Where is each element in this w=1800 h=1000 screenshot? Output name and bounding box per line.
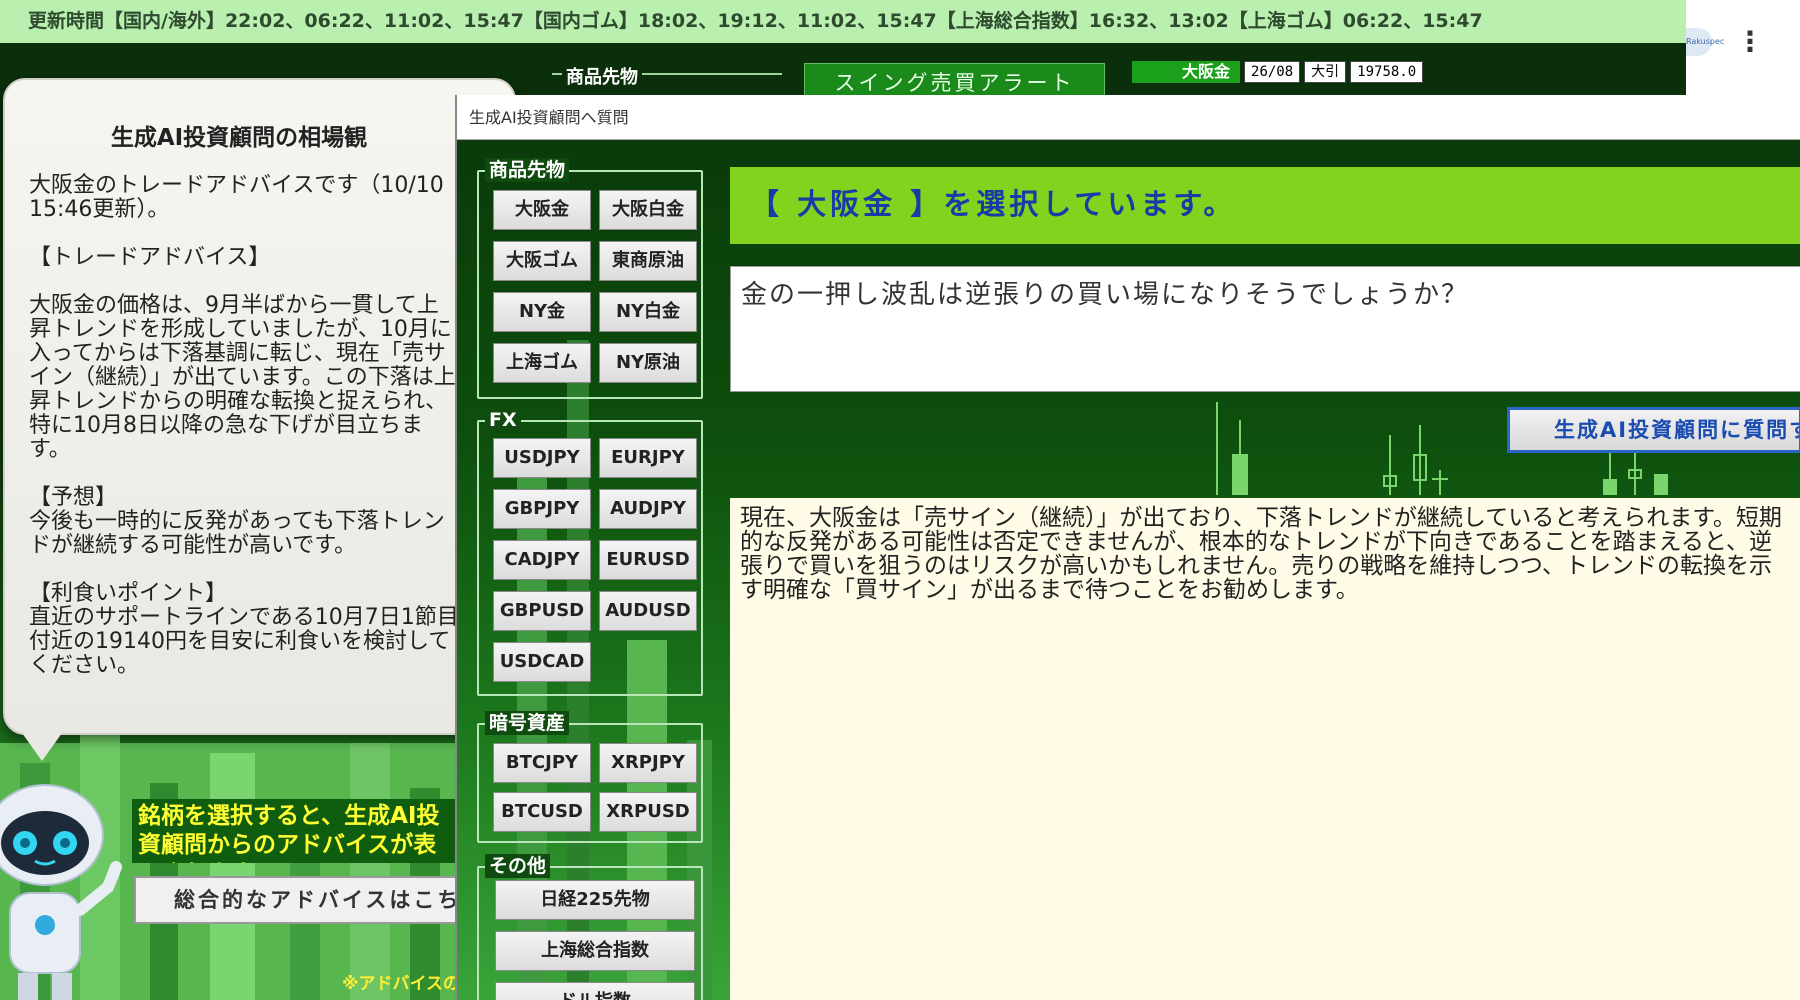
symbol-button-ny-crude[interactable]: NY原油 <box>599 343 697 383</box>
advice-panel: 生成AI投資顧問の相場観 大阪金のトレードアドバイスです（10/10 15:46… <box>3 78 516 735</box>
symbol-button-ny-gold[interactable]: NY金 <box>493 292 591 332</box>
crypto-group: 暗号資産 BTCJPY XRPJPY BTCUSD XRPUSD <box>477 711 703 843</box>
modal-body: 商品先物 大阪金 大阪白金 大阪ゴム 東商原油 NY金 NY白金 上海ゴム NY… <box>457 140 1800 1000</box>
modal-title: 生成AI投資顧問へ質問 <box>457 95 1800 140</box>
mini-ticker-price: 19758.0 <box>1350 61 1424 83</box>
symbol-button-gbpjpy[interactable]: GBPJPY <box>493 489 591 529</box>
robot-mascot-icon <box>0 784 122 1000</box>
mini-ticker-session: 大引 <box>1304 61 1347 83</box>
select-hint-text: 銘柄を選択すると、生成AI投資顧問からのアドバイスが表示されます。 <box>132 799 462 863</box>
fx-group: FX USDJPY EURJPY GBPJPY AUDJPY CADJPY EU… <box>477 408 703 696</box>
advisor-answer: 現在、大阪金は「売サイン（継続）」が出ており、下落トレンドが継続していると考えら… <box>730 498 1800 1000</box>
other-group: その他 日経225先物 上海総合指数 ドル指数 <box>477 854 703 1000</box>
symbol-button-tocom-crude[interactable]: 東商原油 <box>599 241 697 281</box>
symbol-button-eurusd[interactable]: EURUSD <box>599 540 697 580</box>
symbol-button-usdjpy[interactable]: USDJPY <box>493 438 591 478</box>
symbol-button-nikkei225[interactable]: 日経225先物 <box>495 880 695 920</box>
symbol-button-osaka-gold[interactable]: 大阪金 <box>493 190 591 230</box>
browser-chrome: Rakuspec ⋮ <box>1686 0 1800 95</box>
symbol-button-eurjpy[interactable]: EURJPY <box>599 438 697 478</box>
symbol-button-osaka-rubber[interactable]: 大阪ゴム <box>493 241 591 281</box>
bg-commodities-group: 商品先物 <box>552 63 782 93</box>
advice-text: 大阪金のトレードアドバイスです（10/10 15:46更新）。 【トレードアドバ… <box>29 173 459 678</box>
symbol-button-xrpjpy[interactable]: XRPJPY <box>599 743 697 783</box>
kebab-menu-icon[interactable]: ⋮ <box>1736 22 1764 62</box>
update-time-ticker: 更新時間【国内/海外】22:02、06:22、11:02、15:47【国内ゴム】… <box>0 0 1686 43</box>
symbol-button-audusd[interactable]: AUDUSD <box>599 591 697 631</box>
symbol-button-btcusd[interactable]: BTCUSD <box>493 792 591 832</box>
ask-advisor-modal: 生成AI投資顧問へ質問 商品先物 大阪金 大阪白金 大阪ゴム 東商原油 NY金 … <box>455 95 1800 1000</box>
fx-group-label: FX <box>485 408 521 432</box>
symbol-button-ny-platinum[interactable]: NY白金 <box>599 292 697 332</box>
commodities-group: 商品先物 大阪金 大阪白金 大阪ゴム 東商原油 NY金 NY白金 上海ゴム NY… <box>477 158 703 399</box>
crypto-group-label: 暗号資産 <box>485 711 570 735</box>
symbol-button-shanghai-composite[interactable]: 上海総合指数 <box>495 931 695 971</box>
symbol-button-xrpusd[interactable]: XRPUSD <box>599 792 697 832</box>
symbol-button-dollar-index[interactable]: ドル指数 <box>495 982 695 1000</box>
mini-price-ticker: 大阪金 26/08 大引 19758.0 <box>1132 61 1424 83</box>
symbol-button-btcjpy[interactable]: BTCJPY <box>493 743 591 783</box>
advice-disclaimer: ※アドバイスの <box>342 974 461 994</box>
advice-title: 生成AI投資顧問の相場観 <box>110 125 368 151</box>
speech-bubble-tail <box>22 733 62 761</box>
ask-advisor-button[interactable]: 生成AI投資顧問に質問する <box>1507 407 1800 453</box>
commodities-group-label: 商品先物 <box>485 158 570 182</box>
symbol-button-usdcad[interactable]: USDCAD <box>493 642 591 682</box>
symbol-button-gbpusd[interactable]: GBPUSD <box>493 591 591 631</box>
symbol-button-osaka-platinum[interactable]: 大阪白金 <box>599 190 697 230</box>
symbol-button-audjpy[interactable]: AUDJPY <box>599 489 697 529</box>
symbol-button-shanghai-rubber[interactable]: 上海ゴム <box>493 343 591 383</box>
mini-ticker-name: 大阪金 <box>1132 61 1241 83</box>
symbol-button-cadjpy[interactable]: CADJPY <box>493 540 591 580</box>
question-input[interactable]: 金の一押し波乱は逆張りの買い場になりそうでしょうか？ <box>730 266 1800 392</box>
overall-advice-button[interactable]: 総合的なアドバイスはこちら <box>134 876 464 924</box>
other-group-label: その他 <box>485 854 551 878</box>
selected-symbol-banner: 【 大阪金 】を選択しています。 <box>730 167 1800 244</box>
mini-ticker-date: 26/08 <box>1244 61 1301 83</box>
extension-logo-icon[interactable]: Rakuspec <box>1686 28 1724 56</box>
